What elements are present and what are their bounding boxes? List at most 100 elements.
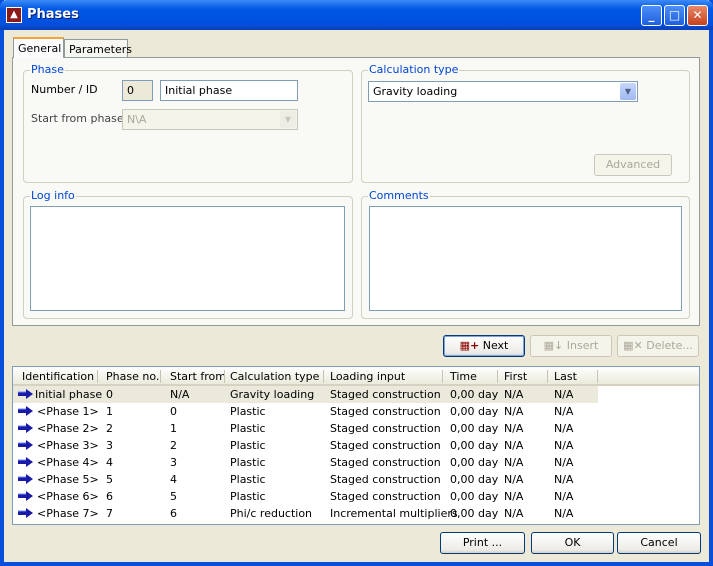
cell-last: N/A (554, 388, 574, 401)
title-bar[interactable]: ▲ Phases _ □ ✕ (0, 0, 713, 30)
cell-time: 0,00 day (450, 439, 499, 452)
column-divider[interactable] (323, 370, 324, 383)
cell-calculation-type: Plastic (230, 473, 266, 486)
column-header-start-from[interactable]: Start from (170, 370, 226, 383)
cell-start-from: 2 (170, 439, 177, 452)
phase-group: Phase Number / ID 0 Initial phase Start … (23, 63, 353, 183)
column-header-identification[interactable]: Identification (22, 370, 94, 383)
table-header: Identification Phase no. Start from Calcula… (13, 367, 699, 386)
table-row[interactable]: <Phase 6> 6 5 Plastic Staged construction 0,0… (13, 488, 699, 505)
column-header-calculation-type[interactable]: Calculation type (230, 370, 319, 383)
arrow-right-icon (18, 389, 33, 399)
column-header-loading-input[interactable]: Loading input (330, 370, 405, 383)
phase-number-field: 0 (122, 80, 153, 101)
column-divider[interactable] (160, 370, 161, 383)
tab-parameters[interactable]: Parameters (64, 39, 132, 59)
minimize-button[interactable]: _ (641, 5, 662, 26)
cell-time: 0,00 day (450, 405, 499, 418)
cell-first: N/A (504, 405, 524, 418)
cell-loading-input: Staged construction (330, 405, 441, 418)
table-row[interactable]: <Phase 4> 4 3 Plastic Staged construction 0,0… (13, 454, 699, 471)
cell-start-from: 5 (170, 490, 177, 503)
cell-calculation-type: Plastic (230, 405, 266, 418)
cell-loading-input: Incremental multipliers (330, 507, 458, 520)
insert-label: Insert (566, 339, 599, 352)
cell-phase-no: 3 (106, 439, 113, 452)
log-info-group: Log info (23, 189, 353, 319)
cell-first: N/A (504, 507, 524, 520)
maximize-button[interactable]: □ (664, 5, 685, 26)
phases-table[interactable]: Identification Phase no. Start from Calcula… (12, 366, 700, 525)
cell-first: N/A (504, 439, 524, 452)
arrow-right-icon (18, 508, 33, 518)
arrow-right-icon (18, 406, 33, 416)
table-row[interactable]: <Phase 7> 7 6 Phi/c reduction Incremental mu… (13, 505, 699, 522)
print-button[interactable]: Print ... (440, 532, 525, 554)
cell-calculation-type: Gravity loading (230, 388, 315, 401)
cell-identification: <Phase 6> (37, 490, 99, 503)
next-button[interactable]: ▦+ Next (443, 335, 525, 357)
table-row[interactable]: Initial phase 0 N/A Gravity loading Staged c… (13, 386, 699, 403)
table-row[interactable]: <Phase 3> 3 2 Plastic Staged construction 0,0… (13, 437, 699, 454)
column-header-first[interactable]: First (504, 370, 527, 383)
column-header-last[interactable]: Last (554, 370, 577, 383)
column-divider[interactable] (442, 370, 443, 383)
cell-identification: Initial phase (35, 388, 103, 401)
delete-button[interactable]: ▦✕ Delete... (617, 335, 699, 357)
column-divider[interactable] (597, 370, 598, 383)
cell-start-from: 6 (170, 507, 177, 520)
cell-identification: <Phase 3> (37, 439, 99, 452)
cell-identification: <Phase 2> (37, 422, 99, 435)
cell-phase-no: 6 (106, 490, 113, 503)
cell-last: N/A (554, 490, 574, 503)
table-row[interactable]: <Phase 1> 1 0 Plastic Staged construction 0,0… (13, 403, 699, 420)
column-divider[interactable] (224, 370, 225, 383)
delete-phase-icon: ▦✕ (623, 339, 643, 352)
advanced-button[interactable]: Advanced (594, 154, 672, 176)
number-id-label: Number / ID (31, 83, 98, 96)
column-divider[interactable] (97, 370, 98, 383)
insert-button[interactable]: ▦↓ Insert (530, 335, 612, 357)
cell-time: 0,00 day (450, 473, 499, 486)
table-row[interactable]: <Phase 2> 2 1 Plastic Staged construction 0,0… (13, 420, 699, 437)
cell-first: N/A (504, 456, 524, 469)
cell-last: N/A (554, 439, 574, 452)
cell-phase-no: 7 (106, 507, 113, 520)
cell-time: 0,00 day (450, 507, 499, 520)
ok-button[interactable]: OK (531, 532, 614, 554)
cell-first: N/A (504, 473, 524, 486)
cell-phase-no: 5 (106, 473, 113, 486)
cell-last: N/A (554, 473, 574, 486)
cell-time: 0,00 day (450, 456, 499, 469)
insert-phase-icon: ▦↓ (543, 339, 564, 352)
cell-calculation-type: Plastic (230, 439, 266, 452)
tab-panel-general: Phase Number / ID 0 Initial phase Start … (12, 57, 700, 326)
cell-first: N/A (504, 388, 524, 401)
cell-time: 0,00 day (450, 490, 499, 503)
close-button[interactable]: ✕ (687, 5, 708, 26)
cell-last: N/A (554, 507, 574, 520)
chevron-down-icon[interactable]: ▼ (620, 83, 636, 100)
tab-general[interactable]: General (13, 37, 64, 58)
column-header-phase-no[interactable]: Phase no. (106, 370, 159, 383)
arrow-right-icon (18, 491, 33, 501)
start-from-label: Start from phase: (31, 112, 128, 125)
log-info-title: Log info (30, 189, 76, 202)
delete-label: Delete... (646, 339, 693, 352)
phase-id-input[interactable]: Initial phase (160, 80, 298, 101)
column-divider[interactable] (547, 370, 548, 383)
cell-calculation-type: Plastic (230, 490, 266, 503)
calculation-type-select[interactable]: Gravity loading ▼ (368, 81, 638, 102)
cell-time: 0,00 day (450, 422, 499, 435)
comments-title: Comments (368, 189, 430, 202)
cancel-button[interactable]: Cancel (617, 532, 701, 554)
column-header-time[interactable]: Time (450, 370, 477, 383)
table-row[interactable]: <Phase 5> 5 4 Plastic Staged construction 0,0… (13, 471, 699, 488)
log-info-textarea[interactable] (30, 206, 345, 311)
cell-start-from: 3 (170, 456, 177, 469)
calculation-type-value: Gravity loading (373, 85, 458, 98)
column-divider[interactable] (497, 370, 498, 383)
cell-last: N/A (554, 405, 574, 418)
cell-last: N/A (554, 422, 574, 435)
comments-textarea[interactable] (369, 206, 682, 311)
